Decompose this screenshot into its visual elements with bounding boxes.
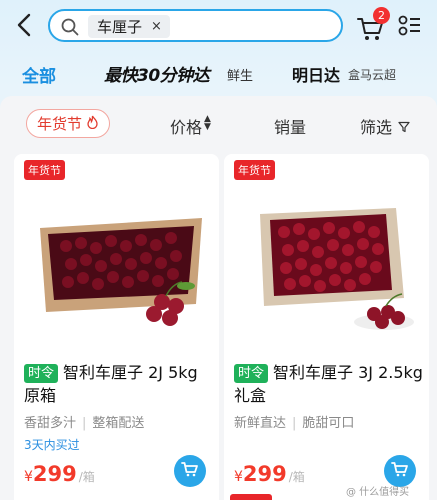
search-chip-text: 车厘子 xyxy=(97,18,143,36)
add-cart-icon xyxy=(391,461,409,481)
filter-label: 筛选 xyxy=(360,118,393,137)
seasonal-tag: 时令 xyxy=(24,364,59,383)
funnel-icon xyxy=(398,118,410,137)
back-arrow-icon[interactable] xyxy=(12,10,38,40)
festival-filter-label: 年货节 xyxy=(37,115,83,133)
feature-1: 香甜多汁 xyxy=(24,416,77,431)
purchase-history-note: 3天内买过 xyxy=(24,438,80,452)
feature-1: 新鲜直达 xyxy=(234,416,287,431)
sort-by-price[interactable]: 价格 ▲ ▼ xyxy=(170,114,211,138)
product-title[interactable]: 时令 智利车厘子 3J 2.5kg 礼盒 xyxy=(234,361,424,407)
price-currency: ¥ xyxy=(24,469,33,485)
feature-divider: | xyxy=(82,416,87,431)
add-to-cart-button[interactable] xyxy=(174,455,206,487)
price-unit: /箱 xyxy=(78,470,95,484)
product-features: 香甜多汁 | 整箱配送 xyxy=(24,412,144,431)
sort-by-sales[interactable]: 销量 xyxy=(274,114,306,138)
feature-divider: | xyxy=(292,416,297,431)
product-price: ¥299/箱 xyxy=(24,462,95,486)
product-price: ¥299/箱 xyxy=(234,462,305,486)
add-cart-icon xyxy=(181,461,199,481)
sort-sales-label: 销量 xyxy=(274,118,307,137)
search-input[interactable]: 车厘子 × xyxy=(48,9,343,42)
festival-badge: 年货节 xyxy=(24,160,65,180)
tab-all[interactable]: 全部 xyxy=(22,62,56,87)
product-card[interactable]: 年货节 时令 智利车厘子 2J 5kg 原箱 香甜多汁 | 整箱配送 3天内买过… xyxy=(14,154,219,500)
seasonal-tag: 时令 xyxy=(234,364,269,383)
price-value: 299 xyxy=(242,462,287,486)
festival-badge: 年货节 xyxy=(234,160,275,180)
product-features: 新鲜直达 | 脆甜可口 xyxy=(234,412,354,431)
product-image[interactable] xyxy=(26,186,209,336)
tab-fast-delivery[interactable]: 最快30分钟达 xyxy=(104,61,210,86)
top-bar: 车厘子 × 2 xyxy=(0,0,437,52)
product-card[interactable]: 年货节 时令 智利车厘子 3J 2.5kg 礼盒 新鲜直达 | 脆甜可口 ¥29… xyxy=(224,154,429,500)
search-query-chip[interactable]: 车厘子 × xyxy=(88,15,170,38)
price-currency: ¥ xyxy=(234,469,243,485)
flame-icon xyxy=(86,115,99,132)
product-title[interactable]: 时令 智利车厘子 2J 5kg 原箱 xyxy=(24,361,214,407)
price-unit: /箱 xyxy=(288,470,305,484)
festival-filter-button[interactable]: 年货节 xyxy=(26,109,111,138)
feature-2: 脆甜可口 xyxy=(302,416,355,431)
next-card-badge xyxy=(230,494,272,500)
filter-button[interactable]: 筛选 xyxy=(360,114,410,138)
tab-fast-delivery-sub[interactable]: 鲜生 xyxy=(227,65,253,84)
search-icon xyxy=(60,17,80,37)
price-value: 299 xyxy=(32,462,77,486)
sort-bar: 年货节 价格 ▲ ▼ 销量 筛选 xyxy=(0,96,437,152)
product-image[interactable] xyxy=(236,186,419,336)
watermark: @ 什么值得买 xyxy=(346,487,410,498)
feature-2: 整箱配送 xyxy=(92,416,145,431)
close-icon[interactable]: × xyxy=(151,19,162,34)
cart-badge: 2 xyxy=(373,7,390,24)
sort-price-label: 价格 xyxy=(170,118,203,137)
sort-arrows-icon: ▲ ▼ xyxy=(204,114,211,132)
menu-icon[interactable] xyxy=(398,14,422,38)
tab-next-day[interactable]: 明日达 xyxy=(292,62,340,86)
channel-tabs: 全部 最快30分钟达 鲜生 明日达 盒马云超 xyxy=(0,58,437,94)
tab-next-day-sub[interactable]: 盒马云超 xyxy=(348,66,396,83)
results-panel: 年货节 价格 ▲ ▼ 销量 筛选 年货节 时令 智利车厘子 2J 5kg 原箱 … xyxy=(0,96,437,500)
